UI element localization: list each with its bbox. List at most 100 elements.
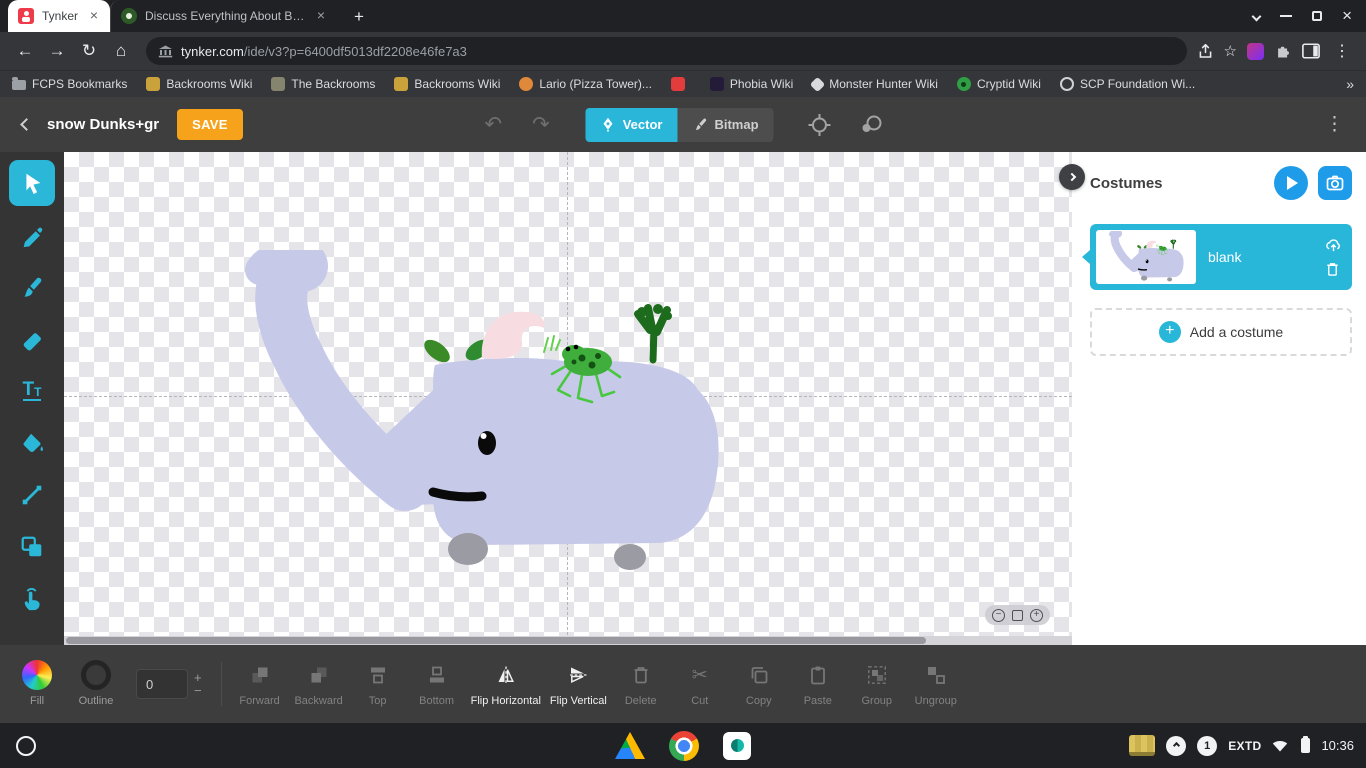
notification-count: 1 xyxy=(1204,739,1211,752)
play-button[interactable] xyxy=(1274,166,1308,200)
reload-button[interactable]: ↻ xyxy=(74,36,104,66)
brush-tool[interactable] xyxy=(9,264,55,310)
bookmark-label: Lario (Pizza Tower)... xyxy=(539,77,652,91)
send-to-bottom-button[interactable]: Bottom xyxy=(412,661,462,707)
wifi-icon[interactable] xyxy=(1272,739,1288,752)
undo-icon[interactable]: ↶ xyxy=(476,112,510,137)
cut-button[interactable]: ✂ Cut xyxy=(675,661,725,708)
home-button[interactable]: ⌂ xyxy=(106,36,136,66)
shapes-tool[interactable] xyxy=(9,524,55,570)
bookmark-cryptid-wiki[interactable]: Cryptid Wiki xyxy=(956,77,1041,91)
ungroup-button[interactable]: Ungroup xyxy=(911,661,961,707)
close-window-button[interactable]: × xyxy=(1342,7,1352,24)
fill-color-button[interactable]: Fill xyxy=(12,660,62,707)
share-icon[interactable] xyxy=(1197,43,1214,60)
site-info-icon[interactable] xyxy=(158,45,173,58)
delete-trash-icon xyxy=(634,667,648,684)
bookmark-lario[interactable]: Lario (Pizza Tower)... xyxy=(519,77,652,91)
extensions-puzzle-icon[interactable] xyxy=(1274,42,1292,60)
copy-button[interactable]: Copy xyxy=(734,661,784,707)
bookmark-backrooms-wiki-2[interactable]: Backrooms Wiki xyxy=(394,77,500,91)
center-view-button[interactable] xyxy=(802,113,838,137)
zoom-fit-button[interactable] xyxy=(1012,609,1023,621)
bring-to-top-button[interactable]: Top xyxy=(353,661,403,707)
drawing-canvas[interactable]: − + xyxy=(64,152,1072,645)
outline-color-button[interactable]: Outline xyxy=(71,660,121,707)
tab-search-icon[interactable] xyxy=(1251,11,1262,21)
line-tool[interactable] xyxy=(9,472,55,518)
chrome-icon[interactable] xyxy=(669,730,699,761)
forward-button-arrange[interactable]: Forward xyxy=(235,661,285,707)
tynker-favicon-icon xyxy=(18,8,34,24)
bookmark-monster-hunter-wiki[interactable]: Monster Hunter Wiki xyxy=(809,76,938,92)
battery-icon[interactable] xyxy=(1301,736,1311,753)
forward-button[interactable]: → xyxy=(42,36,72,66)
bookmark-unlabeled[interactable] xyxy=(670,77,691,91)
vector-mode-button[interactable]: Vector xyxy=(585,107,678,142)
minimize-button[interactable] xyxy=(1280,15,1293,17)
back-button[interactable]: ← xyxy=(10,36,40,66)
delete-button[interactable]: Delete xyxy=(616,661,666,707)
maximize-button[interactable] xyxy=(1312,11,1323,21)
save-button[interactable]: SAVE xyxy=(177,109,243,140)
bookmark-backrooms-wiki-1[interactable]: Backrooms Wiki xyxy=(146,77,252,91)
display-mode-label[interactable]: EXTD xyxy=(1228,739,1261,753)
tab-discuss[interactable]: Discuss Everything About Backr × xyxy=(110,0,337,32)
launcher-button[interactable] xyxy=(16,735,36,756)
bookmark-phobia-wiki[interactable]: Phobia Wiki xyxy=(709,77,793,91)
add-costume-button[interactable]: + Add a costume xyxy=(1090,308,1352,356)
the-backrooms-favicon-icon xyxy=(271,77,286,91)
bookmarks-overflow-icon[interactable]: » xyxy=(1346,76,1354,92)
new-tab-button[interactable]: + xyxy=(347,7,371,27)
group-button[interactable]: Group xyxy=(852,661,902,707)
side-panel-icon[interactable] xyxy=(1302,43,1320,59)
backward-button-arrange[interactable]: Backward xyxy=(294,661,344,707)
camera-add-button[interactable] xyxy=(1318,166,1352,200)
hand-tool[interactable] xyxy=(9,576,55,622)
panel-collapse-button[interactable] xyxy=(1059,164,1085,190)
redo-icon[interactable]: ↷ xyxy=(524,112,558,137)
extension-colored-icon[interactable] xyxy=(1247,42,1264,60)
paste-button[interactable]: Paste xyxy=(793,661,843,707)
clock[interactable]: 10:36 xyxy=(1321,738,1354,753)
tab-tynker[interactable]: Tynker × xyxy=(8,0,111,32)
google-drive-icon[interactable] xyxy=(615,732,645,759)
editor-menu-icon[interactable]: ⋮ xyxy=(1319,113,1350,136)
browser-menu-icon[interactable]: ⋮ xyxy=(1330,41,1354,61)
tab-close-icon[interactable]: × xyxy=(86,8,102,24)
horizontal-scrollbar[interactable] xyxy=(64,636,1072,645)
bookmark-the-backrooms[interactable]: The Backrooms xyxy=(271,77,375,91)
bookmark-fcps[interactable]: FCPS Bookmarks xyxy=(12,77,127,91)
bottom-toolbar: Fill Outline 0 + − Forward Backward Top xyxy=(0,645,1366,723)
stroke-decrease-button[interactable]: − xyxy=(194,684,202,697)
costume-item-selected[interactable]: blank xyxy=(1082,224,1352,290)
url-bar[interactable]: tynker.com/ide/v3?p=6400df5013df2208e46f… xyxy=(146,37,1187,65)
cloud-upload-icon[interactable] xyxy=(1325,237,1342,252)
stroke-increase-button[interactable]: + xyxy=(194,671,202,684)
zoom-out-button[interactable]: − xyxy=(992,608,1005,622)
flip-horizontal-button[interactable]: Flip Horizontal xyxy=(471,661,541,707)
bookmark-star-icon[interactable]: ☆ xyxy=(1224,42,1237,60)
fill-bucket-tool[interactable] xyxy=(9,420,55,466)
zoom-in-button[interactable]: + xyxy=(1030,608,1043,622)
open-window-icon[interactable] xyxy=(1129,735,1156,756)
notification-counter[interactable]: 1 xyxy=(1197,735,1218,756)
shelf-expand-button[interactable] xyxy=(1166,735,1187,756)
trash-icon[interactable] xyxy=(1325,261,1340,277)
play-icon xyxy=(1287,176,1298,190)
pencil-tool[interactable] xyxy=(9,212,55,258)
shape-smoothing-button[interactable] xyxy=(852,113,890,137)
costume-artwork[interactable] xyxy=(230,250,730,580)
scrollbar-thumb[interactable] xyxy=(66,637,926,644)
bitmap-mode-button[interactable]: Bitmap xyxy=(677,107,774,142)
files-app-icon[interactable] xyxy=(723,731,751,760)
editor-back-button[interactable] xyxy=(16,110,37,140)
select-tool[interactable] xyxy=(9,160,55,206)
tab-close-icon[interactable]: × xyxy=(313,8,329,24)
flip-vertical-button[interactable]: Flip Vertical xyxy=(550,661,607,707)
bookmark-scp-foundation[interactable]: SCP Foundation Wi... xyxy=(1059,77,1195,91)
eraser-tool[interactable] xyxy=(9,316,55,362)
text-tool[interactable]: TT xyxy=(9,368,55,414)
stroke-width-input[interactable]: 0 xyxy=(136,669,188,699)
project-title[interactable]: snow Dunks+gr xyxy=(47,116,159,133)
